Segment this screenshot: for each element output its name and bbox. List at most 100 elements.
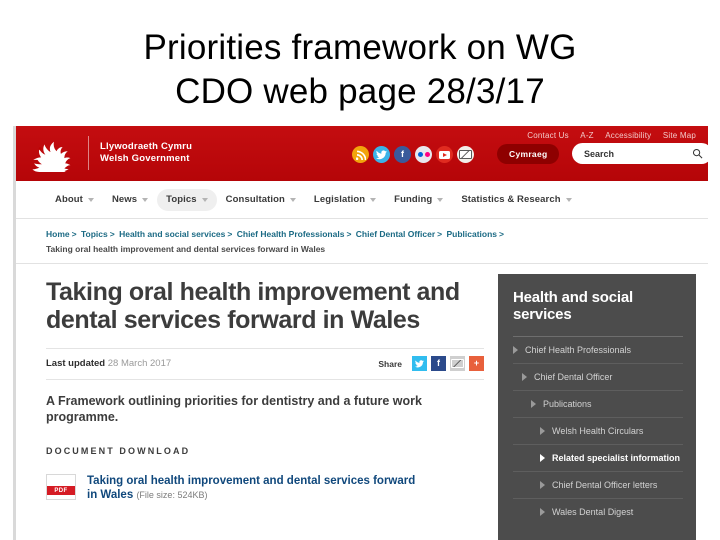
twitter-icon[interactable] <box>373 146 390 163</box>
utility-link-site-map[interactable]: Site Map <box>663 131 696 140</box>
share-email-icon[interactable] <box>450 356 465 371</box>
email-icon[interactable] <box>457 146 474 163</box>
triangle-right-icon <box>540 454 545 462</box>
nav-label: Funding <box>394 194 433 205</box>
chevron-down-icon <box>370 197 377 202</box>
sidebar-item-label: Chief Health Professionals <box>525 345 632 355</box>
triangle-right-icon <box>540 481 545 489</box>
sidebar-item-wales-dental-digest[interactable]: Wales Dental Digest <box>513 499 683 525</box>
utility-links: Contact Us A-Z Accessibility Site Map <box>518 131 696 140</box>
page-summary: A Framework outlining priorities for den… <box>46 394 422 424</box>
sidebar-navigation: Health and social services Chief Health … <box>498 274 696 540</box>
sidebar-column: Health and social services Chief Health … <box>484 264 708 540</box>
sidebar-title: Health and social services <box>513 289 633 323</box>
nav-label: About <box>55 194 83 205</box>
nav-label: Consultation <box>225 194 285 205</box>
nav-item-about[interactable]: About <box>46 189 103 211</box>
breadcrumb: Home > Topics > Health and social services… <box>16 219 708 264</box>
utility-link-a-z[interactable]: A-Z <box>580 131 594 140</box>
site-logo[interactable]: Llywodraeth Cymru Welsh Government <box>28 134 192 172</box>
document-download-link[interactable]: Taking oral health improvement and denta… <box>87 474 417 502</box>
nav-label: Topics <box>166 194 197 205</box>
last-updated: Last updated 28 March 2017 <box>46 358 171 369</box>
nav-label: News <box>111 194 138 205</box>
search-input[interactable]: Search <box>584 149 692 159</box>
nav-label: Legislation <box>313 194 366 205</box>
flickr-icon[interactable] <box>415 146 432 163</box>
site-header: Llywodraeth Cymru Welsh Government Conta… <box>16 126 708 181</box>
chevron-down-icon <box>289 197 296 202</box>
slide-title-line-1: Priorities framework on WG <box>143 28 577 67</box>
pdf-icon-label: PDF <box>54 487 68 494</box>
share-more-icon[interactable]: + <box>469 356 484 371</box>
sidebar-item-publications[interactable]: Publications <box>513 391 683 418</box>
logo-divider <box>88 136 89 170</box>
website-screenshot: Llywodraeth Cymru Welsh Government Conta… <box>13 126 708 540</box>
breadcrumb-separator: > <box>227 229 233 239</box>
share-bar: Share f + <box>378 356 484 371</box>
primary-navigation: About News Topics Consultation Legislati… <box>16 181 708 219</box>
breadcrumb-separator: > <box>71 229 77 239</box>
utility-link-accessibility[interactable]: Accessibility <box>605 131 651 140</box>
sidebar-item-label: Welsh Health Circulars <box>552 426 644 436</box>
magnifier-icon[interactable] <box>692 148 703 159</box>
nav-item-statistics-research[interactable]: Statistics & Research <box>452 189 580 211</box>
breadcrumb-link-topics[interactable]: Topics <box>81 229 108 239</box>
page-meta: Last updated 28 March 2017 Share f + <box>46 348 484 380</box>
language-toggle-button[interactable]: Cymraeg <box>497 144 560 164</box>
breadcrumb-current-page: Taking oral health improvement and denta… <box>46 243 326 254</box>
sidebar-item-related-specialist-information[interactable]: Related specialist information <box>513 445 683 472</box>
breadcrumb-link-home[interactable]: Home <box>46 229 70 239</box>
sidebar-item-label: Chief Dental Officer <box>534 372 613 382</box>
document-file-size: (File size: 524KB) <box>136 490 208 500</box>
document-download-heading: DOCUMENT DOWNLOAD <box>46 446 191 456</box>
triangle-right-icon <box>522 373 527 381</box>
sidebar-item-welsh-health-circulars[interactable]: Welsh Health Circulars <box>513 418 683 445</box>
nav-item-news[interactable]: News <box>103 189 157 211</box>
sidebar-item-chief-dental-officer-letters[interactable]: Chief Dental Officer letters <box>513 472 683 499</box>
search-box[interactable]: Search <box>572 143 708 164</box>
sidebar-item-label: Wales Dental Digest <box>552 507 634 517</box>
triangle-right-icon <box>540 427 545 435</box>
breadcrumb-separator: > <box>109 229 115 239</box>
sidebar-item-chief-health-professionals[interactable]: Chief Health Professionals <box>513 337 683 364</box>
share-twitter-icon[interactable] <box>412 356 427 371</box>
triangle-right-icon <box>513 346 518 354</box>
rss-icon[interactable] <box>352 146 369 163</box>
breadcrumb-link-chief-dental-officer[interactable]: Chief Dental Officer <box>356 229 435 239</box>
page-title: Taking oral health improvement and denta… <box>46 278 460 334</box>
pdf-file-icon: PDF <box>46 474 76 500</box>
org-name-welsh: Llywodraeth Cymru <box>100 141 193 152</box>
breadcrumb-link-chief-health-professionals[interactable]: Chief Health Professionals <box>237 229 345 239</box>
utility-link-contact-us[interactable]: Contact Us <box>527 131 569 140</box>
chevron-down-icon <box>142 197 149 202</box>
breadcrumb-link-health-and-social-services[interactable]: Health and social services <box>119 229 225 239</box>
slide: Priorities framework on WG CDO web page … <box>0 0 720 540</box>
document-download-item[interactable]: PDF Taking oral health improvement and d… <box>46 474 484 502</box>
breadcrumb-separator: > <box>437 229 443 239</box>
triangle-right-icon <box>540 508 545 516</box>
sidebar-item-label: Publications <box>543 399 592 409</box>
nav-label: Statistics & Research <box>461 194 561 205</box>
social-links: f <box>352 146 474 163</box>
breadcrumb-separator: > <box>499 229 504 239</box>
nav-item-funding[interactable]: Funding <box>385 189 452 211</box>
share-facebook-icon[interactable]: f <box>431 356 446 371</box>
org-name-english: Welsh Government <box>100 153 190 164</box>
sidebar-item-chief-dental-officer[interactable]: Chief Dental Officer <box>513 364 683 391</box>
share-label: Share <box>378 358 402 369</box>
chevron-down-icon <box>87 197 94 202</box>
nav-item-topics[interactable]: Topics <box>157 188 217 211</box>
youtube-icon[interactable] <box>436 146 453 163</box>
slide-title-line-2: CDO web page 28/3/17 <box>175 72 545 111</box>
page-body: Taking oral health improvement and denta… <box>16 264 708 540</box>
breadcrumb-link-publications[interactable]: Publications <box>446 229 497 239</box>
slide-title: Priorities framework on WG CDO web page … <box>0 26 720 114</box>
welsh-dragon-icon <box>32 141 71 172</box>
nav-item-consultation[interactable]: Consultation <box>217 189 305 211</box>
sidebar-item-label: Chief Dental Officer letters <box>552 480 658 490</box>
nav-item-legislation[interactable]: Legislation <box>305 189 385 211</box>
facebook-icon[interactable]: f <box>394 146 411 163</box>
last-updated-date: 28 March 2017 <box>107 358 172 369</box>
last-updated-label: Last updated <box>46 358 106 369</box>
